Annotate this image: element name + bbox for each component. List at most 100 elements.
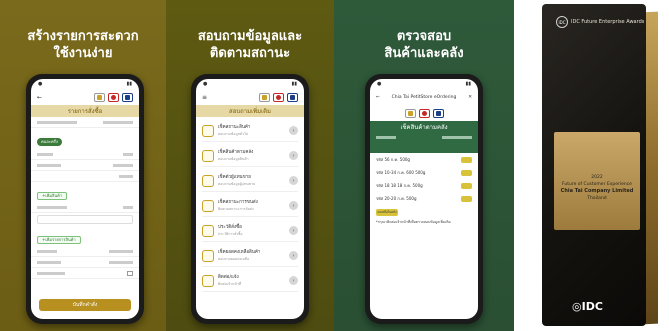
menu-item-icon xyxy=(202,224,214,237)
chevron-right-icon[interactable]: › xyxy=(289,126,298,135)
award-category: Future of Customer Experience xyxy=(562,182,632,187)
stock-header xyxy=(370,133,478,153)
menu-item-sub: สอบถามข้อมูลสินค้า xyxy=(218,156,249,161)
menu-item[interactable]: ติดต่อ/แจ้ง ติดต่อเจ้าหน้าที่ › xyxy=(202,270,298,292)
stock-row[interactable]: รหัส 56 ก.ค. 500g xyxy=(370,153,478,166)
form-row[interactable] xyxy=(31,160,139,171)
form-row[interactable] xyxy=(31,117,139,128)
brand-logo-icon xyxy=(273,92,284,102)
back-arrow-icon[interactable]: ← xyxy=(376,95,380,100)
menu-item-text: เช็คยอดคงเหลือสินค้า สอบถามยอดคงเหลือ xyxy=(218,250,289,262)
stock-tag-icon xyxy=(461,156,472,163)
chevron-right-icon[interactable]: › xyxy=(289,176,298,185)
app-bar: ← Chia Tai PetitStore eOrdering ✕ xyxy=(370,89,478,105)
menu-item-icon xyxy=(202,149,214,162)
stock-row[interactable]: รหัส 10-34 ก.ค. 600 500g xyxy=(370,166,478,179)
idc-logo: ◎IDC xyxy=(572,300,603,313)
form-row[interactable] xyxy=(31,202,139,213)
menu-item-sub: ติดต่อเจ้าหน้าที่ xyxy=(218,281,242,286)
idc-badge-icon: IDC xyxy=(556,16,568,28)
stock-tag-icon xyxy=(461,182,472,189)
app-title: Chia Tai PetitStore eOrdering xyxy=(391,94,457,100)
award-org: IDC Future Enterprise Awards xyxy=(571,19,645,25)
app-bar-logos xyxy=(370,105,478,121)
brand-logo-icon xyxy=(418,108,430,118)
menu-item[interactable]: เช็คสถานะสินค้า สอบถามข้อมูลทั่วไป › xyxy=(202,120,298,142)
menu-item-sub: ประวัติการสั่งซื้อ xyxy=(218,231,243,236)
chevron-right-icon[interactable]: › xyxy=(289,151,298,160)
stock-row-label: รหัส 10-34 ก.ค. 600 500g xyxy=(376,170,426,175)
menu-item-text: เช็คสถานะการขนส่ง ติดตามสถานะการจัดส่ง xyxy=(218,200,289,212)
menu-item-sub: สอบถามข้อมูลทั่วไป xyxy=(218,131,249,136)
menu-item-icon xyxy=(202,124,214,137)
menu-item[interactable]: เช็คตัวผู้แทนขาย สอบถามข้อมูลผู้แทนขาย › xyxy=(202,170,298,192)
menu-item[interactable]: เช็คสถานะการขนส่ง ติดตามสถานะการจัดส่ง › xyxy=(202,195,298,217)
form-row[interactable] xyxy=(31,257,139,268)
award-text: 2022 Future of Customer Experience Chia … xyxy=(554,174,640,202)
chevron-right-icon[interactable]: › xyxy=(289,201,298,210)
award-year: 2022 xyxy=(591,175,603,180)
brand-logo-icon xyxy=(94,92,105,102)
heading-line-1: ตรวจสอบ xyxy=(396,29,452,44)
menu-item[interactable]: ประวัติสั่งซื้อ ประวัติการสั่งซื้อ › xyxy=(202,220,298,242)
panel-inquiry-tracking: สอบถามข้อมูลและ ติดตามสถานะ ● ▮▮ ≡ สอบถาม… xyxy=(166,0,334,331)
heading-line-2: ติดตามสถานะ xyxy=(209,46,291,61)
heading-line-1: สร้างรายการสะดวก xyxy=(27,29,139,44)
award-country: Thailand xyxy=(587,196,607,201)
menu-icon[interactable]: ≡ xyxy=(202,94,207,101)
panel-stock-check: ตรวจสอบ สินค้าและคลัง ● ▮▮ ← Chia Tai Pet… xyxy=(334,0,514,331)
menu-item-icon xyxy=(202,174,214,187)
chevron-right-icon[interactable]: › xyxy=(289,226,298,235)
phone-screen: ● ▮▮ ≡ สอบถามเพิ่มเติม เช็คสถานะสินค้า สอบ… xyxy=(196,79,304,319)
menu-item[interactable]: เช็คยอดคงเหลือสินค้า สอบถามยอดคงเหลือ › xyxy=(202,245,298,267)
brand-logo-icon xyxy=(404,108,416,118)
brand-logo-icon xyxy=(287,92,298,102)
form-row[interactable] xyxy=(31,246,139,257)
panel-award: IDC IDC Future Enterprise Awards 2022 Fu… xyxy=(514,0,669,331)
promo-banner: สร้างรายการสะดวก ใช้งานง่าย ● ▮▮ ← รายการ… xyxy=(0,0,669,331)
stock-row[interactable]: รหัส 18 18 18 ก.ค. 500g xyxy=(370,179,478,192)
brand-logos xyxy=(259,92,298,102)
add-item-button[interactable]: +เพิ่มรายการสินค้า xyxy=(37,236,81,244)
app-bar: ← xyxy=(31,89,139,105)
brand-logo-icon xyxy=(432,108,444,118)
phone-mockup: ● ▮▮ ← Chia Tai PetitStore eOrdering ✕ เช… xyxy=(365,74,483,324)
save-order-button[interactable]: บันทึกคำสั่ง xyxy=(39,299,131,311)
stock-row-label: รหัส 56 ก.ค. 500g xyxy=(376,157,410,162)
stock-section: คงเหลือในคลัง xyxy=(376,209,472,216)
app-bar: ≡ xyxy=(196,89,304,105)
stock-row-label: รหัส 20-20 ก.ค. 500g xyxy=(376,196,417,201)
filter-chip[interactable]: คนละครึ่ง xyxy=(37,138,62,146)
award-company: Chia Tai Company Limited xyxy=(560,188,634,194)
brand-logo-icon xyxy=(122,92,133,102)
menu-item-text: ประวัติสั่งซื้อ ประวัติการสั่งซื้อ xyxy=(218,225,289,237)
menu-item-text: เช็คตัวผู้แทนขาย สอบถามข้อมูลผู้แทนขาย xyxy=(218,175,289,187)
add-product-button[interactable]: +เพิ่มสินค้า xyxy=(37,192,68,200)
award-header: IDC IDC Future Enterprise Awards xyxy=(556,16,644,28)
chevron-right-icon[interactable]: › xyxy=(289,251,298,260)
menu-item-icon xyxy=(202,199,214,212)
status-bar: ● ▮▮ xyxy=(203,81,297,87)
quantity-input[interactable] xyxy=(37,215,133,224)
screen-title: เช็คสินค้าตามคลัง xyxy=(370,121,478,133)
screen-title: สอบถามเพิ่มเติม xyxy=(196,105,304,117)
heading-line-1: สอบถามข้อมูลและ xyxy=(197,29,303,44)
form-row[interactable] xyxy=(31,149,139,160)
stock-row[interactable]: รหัส 20-20 ก.ค. 500g xyxy=(370,192,478,205)
form-row[interactable] xyxy=(31,171,139,182)
close-icon[interactable]: ✕ xyxy=(468,95,472,100)
menu-item-text: เช็คสถานะสินค้า สอบถามข้อมูลทั่วไป xyxy=(218,125,289,137)
back-arrow-icon[interactable]: ← xyxy=(37,94,42,101)
brand-logo-icon xyxy=(108,92,119,102)
phone-screen: ● ▮▮ ← Chia Tai PetitStore eOrdering ✕ เช… xyxy=(370,79,478,319)
stock-row-label: รหัส 18 18 18 ก.ค. 500g xyxy=(376,183,423,188)
form-row[interactable] xyxy=(31,268,139,279)
menu-item-icon xyxy=(202,274,214,287)
heading-line-2: สินค้าและคลัง xyxy=(384,46,464,61)
chevron-right-icon[interactable]: › xyxy=(289,276,298,285)
menu-item-sub: ติดตามสถานะการจัดส่ง xyxy=(218,206,254,211)
menu-item[interactable]: เช็คสินค้าตามคลัง สอบถามข้อมูลสินค้า › xyxy=(202,145,298,167)
phone-mockup: ● ▮▮ ≡ สอบถามเพิ่มเติม เช็คสถานะสินค้า สอบ… xyxy=(191,74,309,324)
brand-logos xyxy=(94,92,133,102)
stock-note: *กรุณาติดต่อเจ้าหน้าที่เพื่อตรวจสอบข้อมู… xyxy=(376,220,451,224)
